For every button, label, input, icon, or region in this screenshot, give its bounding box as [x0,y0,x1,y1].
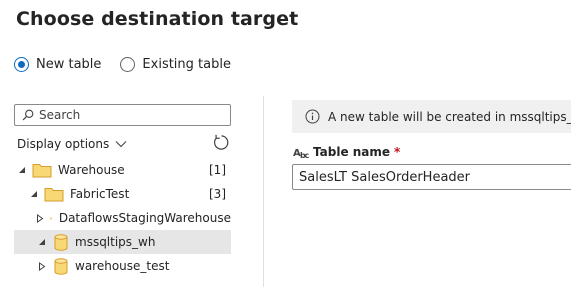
info-message-bar: A new table will be created in mssqltips… [292,100,571,133]
database-icon [54,257,68,275]
tree-item-count: [1] [209,163,226,177]
svg-text:c: c [305,151,310,159]
caret-expanded-icon[interactable] [16,166,28,174]
existing-table-radio[interactable]: Existing table [120,57,231,72]
radio-unchecked-icon[interactable] [120,57,136,72]
table-name-label: A b c Table name * [293,145,400,159]
table-name-label-text: Table name [313,145,391,159]
display-options-label: Display options [17,137,110,151]
dialog-title: Choose destination target [16,8,299,30]
caret-expanded-icon[interactable] [36,238,48,246]
tree-item-label: FabricTest [70,187,130,201]
radio-checked-icon[interactable] [14,57,29,72]
tree-item-dataflowsstagingwarehouse[interactable]: DataflowsStagingWarehouse [14,206,231,230]
tree-item-label: DataflowsStagingWarehouse [58,211,231,225]
caret-expanded-icon[interactable] [28,190,40,198]
folder-icon [32,164,52,178]
tree-item-warehouse[interactable]: Warehouse [1] [14,158,231,182]
display-options-dropdown[interactable]: Display options [17,137,127,151]
tree-item-count: [3] [209,187,226,201]
database-icon [54,233,68,251]
required-marker: * [394,145,401,159]
tree-item-label: Warehouse [58,163,125,177]
new-table-label: New table [36,57,102,72]
folder-icon [44,188,64,202]
panel-divider [263,96,264,287]
tree-item-mssqltips-wh[interactable]: mssqltips_wh [14,230,231,254]
search-box[interactable] [14,104,231,126]
refresh-icon [214,134,229,150]
caret-collapsed-icon[interactable] [36,261,48,271]
target-mode-radio-group: New table Existing table [14,57,250,72]
info-message-text: A new table will be created in mssqltips… [328,109,571,124]
refresh-button[interactable] [212,133,231,156]
info-icon [305,109,320,124]
new-table-radio[interactable]: New table [14,57,101,72]
search-icon [22,109,34,121]
tree-item-fabrictest[interactable]: FabricTest [3] [14,182,231,206]
tree-item-label: warehouse_test [75,259,170,273]
table-name-input[interactable] [292,164,571,190]
search-input[interactable] [39,108,219,122]
tree-item-label: mssqltips_wh [75,235,156,249]
text-field-icon: A b c [293,148,310,159]
existing-table-label: Existing table [142,57,231,72]
caret-collapsed-icon[interactable] [36,213,44,223]
database-icon [50,216,52,220]
chevron-down-icon [115,141,127,148]
tree-item-warehouse-test[interactable]: warehouse_test [14,254,231,278]
